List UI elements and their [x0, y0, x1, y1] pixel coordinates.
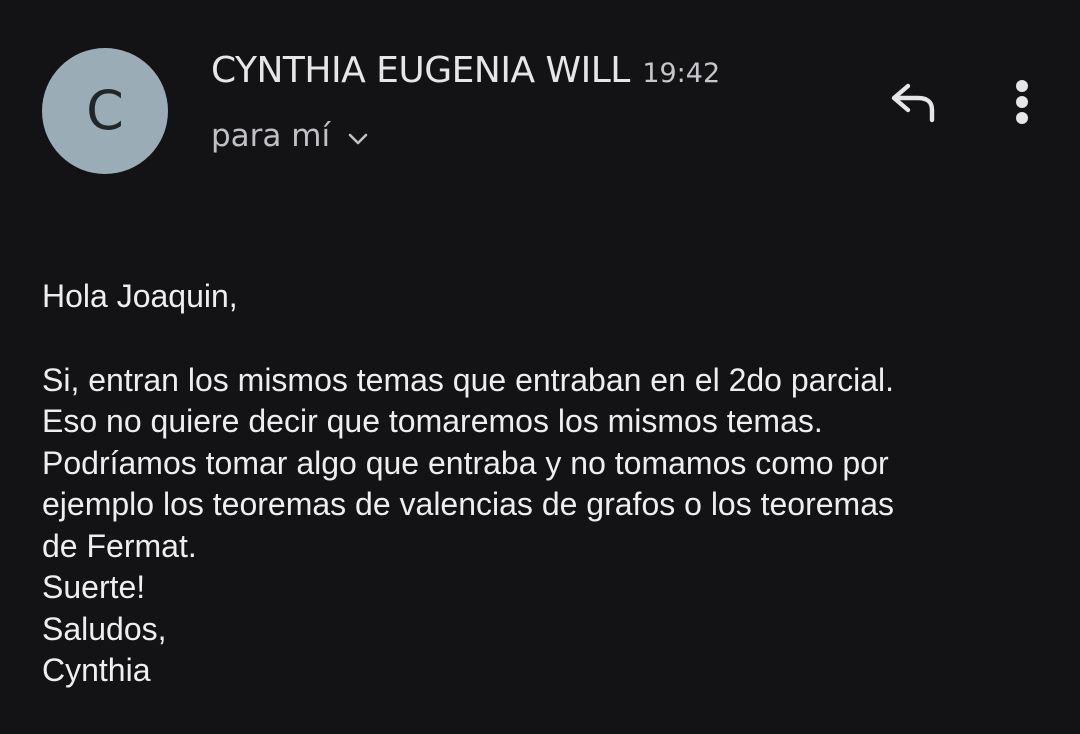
greeting: Hola Joaquin, — [42, 278, 238, 314]
body-line: Podríamos tomar algo que entraba y no to… — [42, 444, 889, 481]
body-line: de Fermat. — [42, 527, 197, 564]
chevron-down-icon — [348, 133, 368, 145]
sender-name[interactable]: CYNTHIA EUGENIA WILL — [211, 50, 630, 91]
reply-icon — [891, 83, 935, 123]
body-line: ejemplo los teoremas de valencias de gra… — [42, 486, 894, 522]
avatar-letter: C — [86, 79, 124, 142]
body-line: Saludos, — [42, 610, 167, 647]
sender-header: CYNTHIA EUGENIA WILL 19:42 — [211, 50, 720, 91]
signature: Cynthia — [42, 652, 151, 688]
sender-avatar[interactable]: C — [42, 48, 168, 174]
reply-button[interactable] — [880, 70, 944, 134]
more-options-button[interactable] — [996, 70, 1048, 134]
message-body: Hola Joaquin, Si, entran los mismos tema… — [42, 276, 1052, 692]
more-vert-icon — [1016, 80, 1028, 124]
recipient-details-toggle[interactable]: para mí — [211, 118, 370, 154]
message-time: 19:42 — [642, 58, 721, 89]
body-line: Si, entran los mismos temas que entraban… — [42, 361, 895, 398]
recipient-label: para mí — [211, 118, 331, 154]
body-line: Suerte! — [42, 569, 146, 605]
body-line: Eso no quiere decir que tomaremos los mi… — [42, 403, 823, 439]
